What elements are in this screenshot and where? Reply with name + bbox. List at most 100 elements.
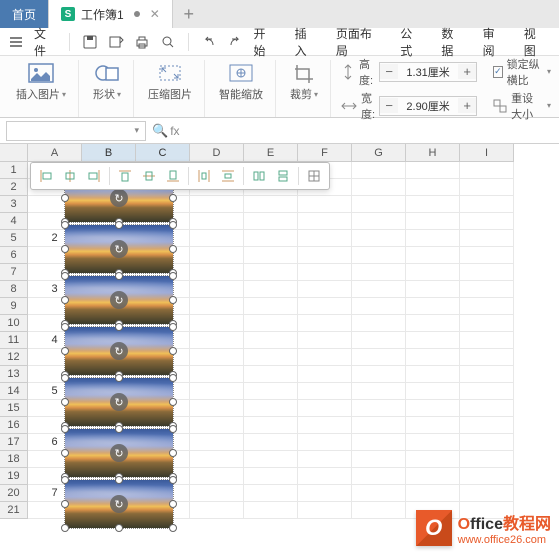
cell[interactable] (460, 179, 514, 196)
cell[interactable] (298, 451, 352, 468)
image-object[interactable]: ↻ (64, 275, 174, 325)
cell[interactable] (190, 400, 244, 417)
resize-handle[interactable] (61, 425, 69, 433)
plus-button[interactable]: + (458, 98, 476, 113)
resize-handle[interactable] (115, 374, 123, 382)
cell[interactable] (190, 213, 244, 230)
cell[interactable] (352, 264, 406, 281)
reset-size-button[interactable]: 重设大小 ▾ (493, 90, 551, 122)
cell[interactable] (190, 434, 244, 451)
equal-width-icon[interactable] (248, 165, 270, 187)
resize-handle[interactable] (169, 398, 177, 406)
rotate-handle-icon[interactable]: ↻ (110, 444, 128, 462)
cell[interactable] (406, 417, 460, 434)
align-top-icon[interactable] (114, 165, 136, 187)
cell[interactable] (244, 264, 298, 281)
row-header[interactable]: 17 (0, 434, 28, 451)
cell[interactable] (406, 179, 460, 196)
cell[interactable] (244, 383, 298, 400)
fx-label[interactable]: fx (170, 124, 179, 138)
cell[interactable] (298, 230, 352, 247)
align-left-icon[interactable] (35, 165, 57, 187)
distribute-v-icon[interactable] (217, 165, 239, 187)
name-box[interactable]: ▾ (6, 121, 146, 141)
menu-start[interactable]: 开始 (253, 25, 276, 59)
image-object[interactable]: ↻ (64, 428, 174, 478)
cell[interactable] (352, 485, 406, 502)
cell[interactable] (406, 400, 460, 417)
equal-height-icon[interactable] (272, 165, 294, 187)
cell[interactable] (406, 383, 460, 400)
close-icon[interactable]: ✕ (150, 7, 160, 21)
cell[interactable] (190, 315, 244, 332)
align-bottom-icon[interactable] (162, 165, 184, 187)
row-header[interactable]: 20 (0, 485, 28, 502)
column-header[interactable]: F (298, 144, 352, 162)
row-header[interactable]: 10 (0, 315, 28, 332)
resize-handle[interactable] (61, 272, 69, 280)
row-header[interactable]: 18 (0, 451, 28, 468)
cell[interactable] (298, 281, 352, 298)
cell[interactable] (190, 451, 244, 468)
cell[interactable] (190, 247, 244, 264)
minus-button[interactable]: − (380, 64, 398, 79)
column-header[interactable]: H (406, 144, 460, 162)
cell[interactable] (352, 400, 406, 417)
column-header[interactable]: A (28, 144, 82, 162)
row-header[interactable]: 19 (0, 468, 28, 485)
cell[interactable] (406, 434, 460, 451)
cell[interactable] (298, 213, 352, 230)
cell[interactable] (190, 485, 244, 502)
column-header[interactable]: D (190, 144, 244, 162)
cell[interactable] (244, 315, 298, 332)
resize-handle[interactable] (169, 272, 177, 280)
row-header[interactable]: 11 (0, 332, 28, 349)
cell[interactable] (460, 315, 514, 332)
cell[interactable] (460, 281, 514, 298)
resize-handle[interactable] (61, 449, 69, 457)
cell[interactable] (244, 349, 298, 366)
cell[interactable] (298, 349, 352, 366)
resize-handle[interactable] (169, 323, 177, 331)
output-icon[interactable] (108, 34, 124, 50)
cell[interactable] (298, 502, 352, 519)
cell[interactable] (190, 196, 244, 213)
resize-handle[interactable] (115, 524, 123, 532)
cell[interactable] (352, 247, 406, 264)
cell[interactable] (244, 213, 298, 230)
row-header[interactable]: 7 (0, 264, 28, 281)
cell[interactable] (460, 332, 514, 349)
cell[interactable] (406, 213, 460, 230)
row-header[interactable]: 6 (0, 247, 28, 264)
cell[interactable] (298, 383, 352, 400)
cell[interactable] (352, 179, 406, 196)
cell[interactable] (190, 298, 244, 315)
cell[interactable] (298, 332, 352, 349)
rotate-handle-icon[interactable]: ↻ (110, 189, 128, 207)
rotate-handle-icon[interactable]: ↻ (110, 342, 128, 360)
cell[interactable] (244, 281, 298, 298)
cell[interactable] (460, 434, 514, 451)
resize-handle[interactable] (115, 323, 123, 331)
row-header[interactable]: 13 (0, 366, 28, 383)
print-icon[interactable] (134, 34, 150, 50)
resize-handle[interactable] (115, 221, 123, 229)
cell[interactable] (406, 162, 460, 179)
resize-handle[interactable] (169, 500, 177, 508)
cell[interactable] (352, 213, 406, 230)
height-input[interactable]: − 1.31厘米 + (379, 62, 477, 82)
shape-button[interactable]: 形状▾ (89, 60, 125, 104)
cell[interactable] (352, 332, 406, 349)
column-header[interactable]: B (82, 144, 136, 162)
resize-handle[interactable] (115, 272, 123, 280)
resize-handle[interactable] (169, 374, 177, 382)
cell[interactable] (244, 332, 298, 349)
cell[interactable] (460, 400, 514, 417)
distribute-h-icon[interactable] (193, 165, 215, 187)
cell[interactable] (352, 349, 406, 366)
cell[interactable] (244, 502, 298, 519)
preview-icon[interactable] (160, 34, 176, 50)
save-icon[interactable] (82, 34, 98, 50)
resize-handle[interactable] (61, 500, 69, 508)
cell[interactable] (460, 417, 514, 434)
